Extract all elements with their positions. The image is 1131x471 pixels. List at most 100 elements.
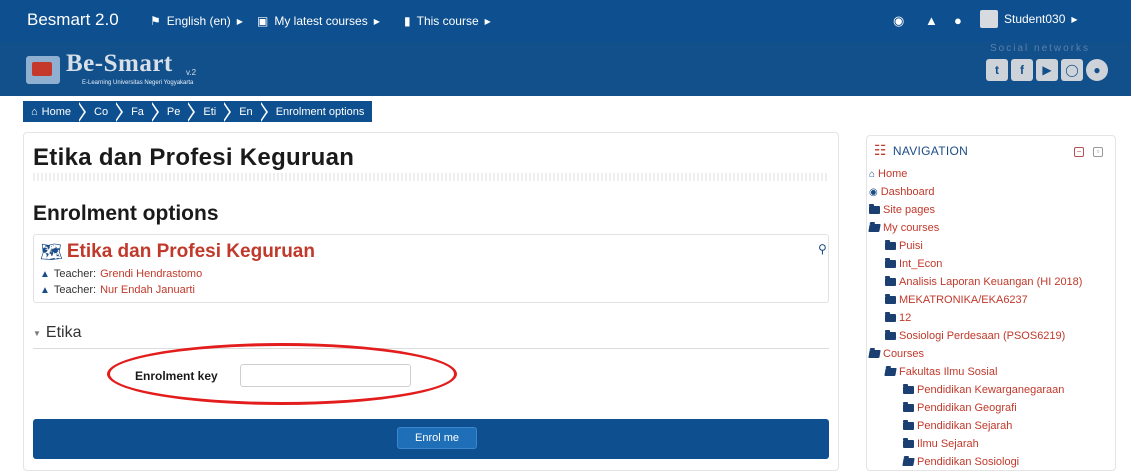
logo-icon[interactable]	[26, 56, 60, 84]
nav-item-subcategory[interactable]: Pendidikan Sosiologi	[902, 456, 1019, 468]
breadcrumb-item[interactable]: En	[231, 101, 260, 122]
nav-label: Pendidikan Geografi	[917, 402, 1017, 414]
nav-item-course[interactable]: MEKATRONIKA/EKA6237	[885, 294, 1028, 306]
language-menu[interactable]: ⚑ English (en) ▶	[150, 14, 243, 28]
nav-label: My courses	[883, 222, 940, 234]
breadcrumb-item[interactable]: Eti	[195, 101, 224, 122]
teacher-name-link[interactable]: Nur Endah Januarti	[100, 284, 195, 296]
key-icon: ⚲	[818, 242, 827, 256]
nav-item-course[interactable]: Puisi	[885, 240, 923, 252]
nav-item-course[interactable]: 12	[885, 312, 911, 324]
nav-label: Dashboard	[880, 186, 935, 198]
logo-subtitle: E-Learning Universitas Negeri Yogyakarta	[82, 80, 194, 86]
teacher-label: Teacher:	[53, 268, 97, 280]
nav-label: Sosiologi Perdesaan (PSOS6219)	[899, 330, 1066, 342]
user-menu[interactable]: Student030 ▶	[980, 10, 1078, 28]
nav-label: Pendidikan Sejarah	[917, 420, 1013, 432]
logo-name[interactable]: Be-Smart	[66, 50, 173, 78]
username-label: Student030	[1004, 12, 1066, 26]
nav-label: Fakultas Ilmu Sosial	[899, 366, 998, 378]
breadcrumb-separator	[78, 101, 86, 122]
breadcrumb-current[interactable]: Enrolment options	[268, 101, 373, 122]
my-courses-label: My latest courses	[274, 14, 368, 28]
twitter-icon[interactable]: t	[986, 59, 1008, 81]
youtube-icon[interactable]: ▶	[1036, 59, 1058, 81]
caret-right-icon: ▶	[236, 16, 243, 26]
folder-icon	[903, 402, 914, 412]
nav-item-dashboard[interactable]: ◉ Dashboard	[869, 186, 935, 198]
nav-item-my-courses[interactable]: My courses	[868, 222, 940, 234]
nav-item-courses[interactable]: Courses	[868, 348, 924, 360]
breadcrumb-item[interactable]: Co	[86, 101, 116, 122]
folder-icon	[869, 204, 880, 214]
instagram-icon[interactable]: ◯	[1061, 59, 1083, 81]
folder-icon	[903, 384, 914, 394]
this-course-label: This course	[416, 14, 479, 28]
nav-item-subcategory[interactable]: Ilmu Sejarah	[903, 438, 979, 450]
facebook-icon[interactable]: f	[1011, 59, 1033, 81]
caret-down-icon: ▼	[33, 328, 41, 338]
folder-open-icon	[884, 368, 897, 376]
nav-label: 12	[899, 312, 912, 324]
target-icon[interactable]: ◉	[893, 13, 904, 29]
map-icon: 🗺	[40, 241, 63, 262]
folder-icon	[885, 294, 896, 304]
nav-label: Pendidikan Kewarganegaraan	[917, 384, 1065, 396]
site-brand-link[interactable]: Besmart 2.0	[27, 10, 119, 30]
collapse-icon[interactable]: −	[1074, 147, 1084, 157]
my-courses-menu[interactable]: ▣ My latest courses ▶	[257, 14, 380, 28]
teacher-name-link[interactable]: Grendi Hendrastomo	[100, 268, 202, 280]
folder-icon	[903, 438, 914, 448]
teacher-row: ▲ Teacher: Nur Endah Januarti	[40, 284, 195, 296]
breadcrumb-item[interactable]: Pe	[159, 101, 188, 122]
nav-item-subcategory[interactable]: Pendidikan Sejarah	[903, 420, 1012, 432]
this-course-menu[interactable]: ▮ This course ▶	[404, 14, 491, 28]
nav-label: Puisi	[899, 240, 923, 252]
divider	[33, 173, 829, 181]
nav-item-course[interactable]: Sosiologi Perdesaan (PSOS6219)	[885, 330, 1065, 342]
breadcrumb-item[interactable]: Fa	[123, 101, 152, 122]
folder-icon	[885, 330, 896, 340]
course-name-link[interactable]: 🗺 Etika dan Profesi Keguruan	[40, 241, 315, 263]
breadcrumb-separator	[259, 101, 268, 122]
dashboard-icon: ◉	[869, 186, 878, 198]
teacher-label: Teacher:	[53, 284, 97, 296]
teacher-row: ▲ Teacher: Grendi Hendrastomo	[40, 268, 202, 280]
dock-icon[interactable]: ▫	[1093, 147, 1103, 157]
graduation-cap-icon: ▲	[40, 284, 50, 296]
divider	[33, 348, 829, 349]
folder-icon	[885, 258, 896, 268]
globe-icon[interactable]: ●	[1086, 59, 1108, 81]
breadcrumb-home[interactable]: ⌂ Home	[23, 101, 79, 122]
breadcrumb-separator	[115, 101, 124, 122]
nav-label: Analisis Laporan Keuangan (HI 2018)	[899, 276, 1083, 288]
enrol-me-button[interactable]: Enrol me	[397, 427, 477, 449]
nav-item-subcategory[interactable]: Pendidikan Geografi	[903, 402, 1017, 414]
folder-icon	[885, 240, 896, 250]
folder-icon	[903, 420, 914, 430]
breadcrumb: ⌂ Home Co Fa Pe Eti En Enrolment options	[23, 101, 373, 122]
enrolment-key-input[interactable]	[240, 364, 411, 387]
nav-label: Ilmu Sejarah	[917, 438, 979, 450]
breadcrumb-separator	[150, 101, 159, 122]
enrol-section-toggle[interactable]: ▼ Etika	[33, 324, 82, 342]
graduation-cap-icon: ▲	[40, 268, 50, 280]
nav-item-subcategory[interactable]: Pendidikan Kewarganegaraan	[903, 384, 1064, 396]
nav-item-site-pages[interactable]: Site pages	[869, 204, 935, 216]
nav-label: Home	[878, 168, 908, 180]
page-title: Etika dan Profesi Keguruan	[33, 144, 355, 171]
breadcrumb-separator	[223, 101, 232, 122]
nav-item-course[interactable]: Analisis Laporan Keuangan (HI 2018)	[885, 276, 1082, 288]
nav-item-home[interactable]: ⌂ Home	[869, 168, 907, 180]
nav-item-course[interactable]: Int_Econ	[885, 258, 942, 270]
nav-item-category[interactable]: Fakultas Ilmu Sosial	[884, 366, 998, 378]
section-heading: Etika	[45, 324, 82, 341]
nav-label: MEKATRONIKA/EKA6237	[899, 294, 1028, 306]
flag-icon: ⚑	[150, 14, 161, 28]
navigation-title: NAVIGATION	[892, 143, 969, 158]
nav-label: Site pages	[883, 204, 935, 216]
bell-icon[interactable]: ▲	[925, 13, 938, 28]
chat-icon[interactable]: ●	[954, 13, 962, 28]
home-icon: ⌂	[31, 105, 38, 118]
folder-open-icon	[902, 458, 915, 466]
